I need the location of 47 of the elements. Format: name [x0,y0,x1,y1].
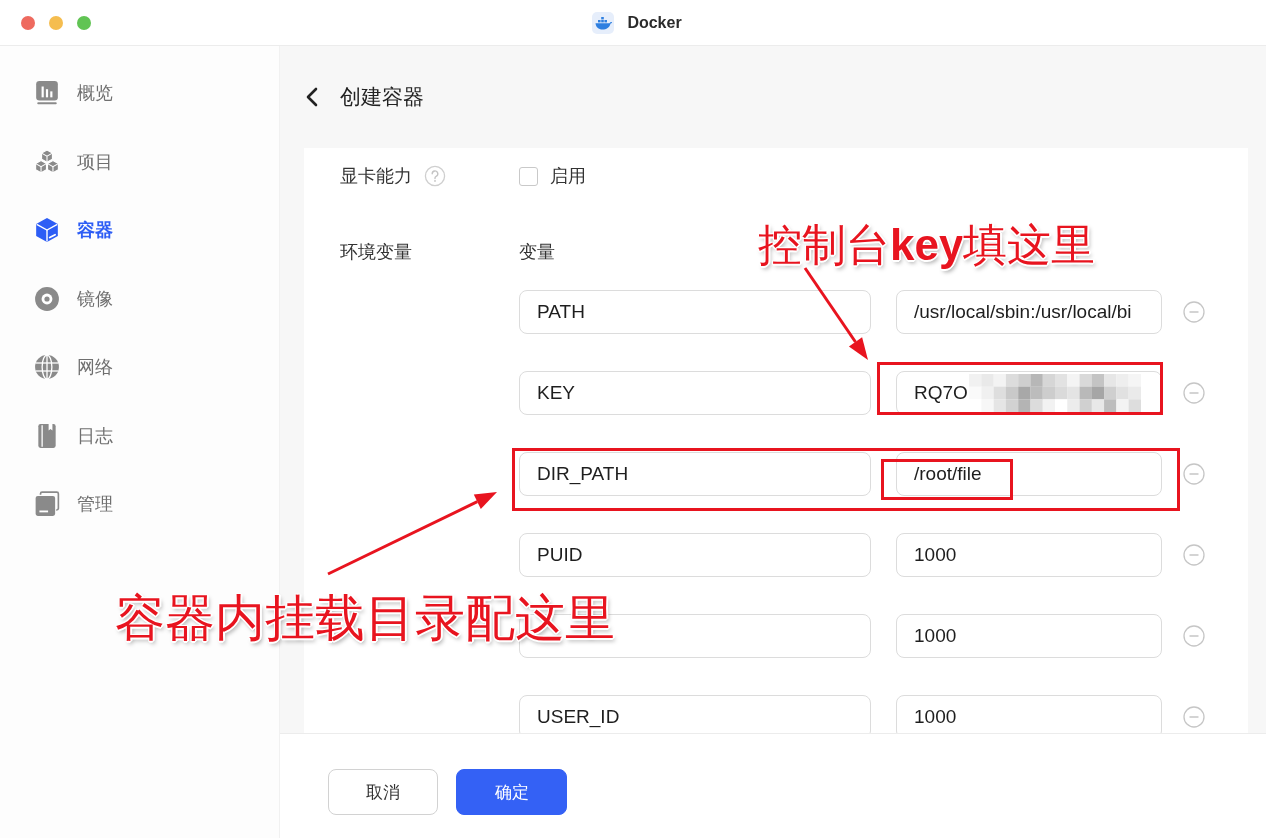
sidebar-item[interactable]: 概览 [0,59,279,128]
sidebar-item[interactable]: 网络 [0,333,279,402]
chevron-left-icon[interactable] [305,87,319,107]
minus-circle-icon[interactable] [1183,544,1205,566]
sidebar-item[interactable]: 项目 [0,127,279,196]
globe-icon [34,354,60,381]
close-button[interactable] [21,15,35,30]
minus-circle-icon[interactable] [1183,382,1205,404]
sidebar-item[interactable]: 镜像 [0,264,279,333]
disc-icon [34,285,60,312]
annotation-text: 控制台key填这里 [758,220,1096,270]
stacked-windows-icon [34,491,60,518]
cube-icon [34,217,60,244]
key-field[interactable]: PATH [519,290,871,334]
checkbox[interactable] [519,166,538,186]
field-label: 显卡能力 [340,165,412,188]
bar-chart-icon [34,80,60,107]
cancel-button[interactable]: 取消 [328,769,438,815]
sidebar-item[interactable]: 日志 [0,401,279,470]
annotation-text: 容器内挂载目录配这里 [115,590,615,646]
confirm-button[interactable]: 确定 [456,769,567,815]
value-field[interactable]: /root/file [896,452,1162,496]
value-field[interactable]: 1000 [896,695,1162,733]
column-header: 变量 [519,241,555,264]
value-field[interactable]: RQ7O [896,371,1162,415]
cubes-icon [34,148,60,175]
help-icon[interactable] [424,165,446,187]
value-field[interactable]: /usr/local/sbin:/usr/local/bi [896,290,1162,334]
minus-circle-icon[interactable] [1183,625,1205,647]
key-field[interactable]: PUID [519,533,871,577]
page-title: 创建容器 [340,84,424,110]
value-field[interactable]: 1000 [896,614,1162,658]
checkbox-label: 启用 [550,165,586,188]
field-label: 环境变量 [340,241,412,264]
minus-circle-icon[interactable] [1183,301,1205,323]
minus-circle-icon[interactable] [1183,706,1205,728]
minus-circle-icon[interactable] [1183,463,1205,485]
sidebar-item[interactable]: 管理 [0,470,279,539]
key-field[interactable]: USER_ID [519,695,871,733]
maximize-button[interactable] [77,15,91,30]
whale-icon [592,11,615,34]
key-field[interactable]: KEY [519,371,871,415]
key-field[interactable]: DIR_PATH [519,452,871,496]
sidebar-item[interactable]: 容器 [0,196,279,265]
minimize-button[interactable] [49,15,63,30]
window-title: Docker [627,13,682,32]
value-field[interactable]: 1000 [896,533,1162,577]
